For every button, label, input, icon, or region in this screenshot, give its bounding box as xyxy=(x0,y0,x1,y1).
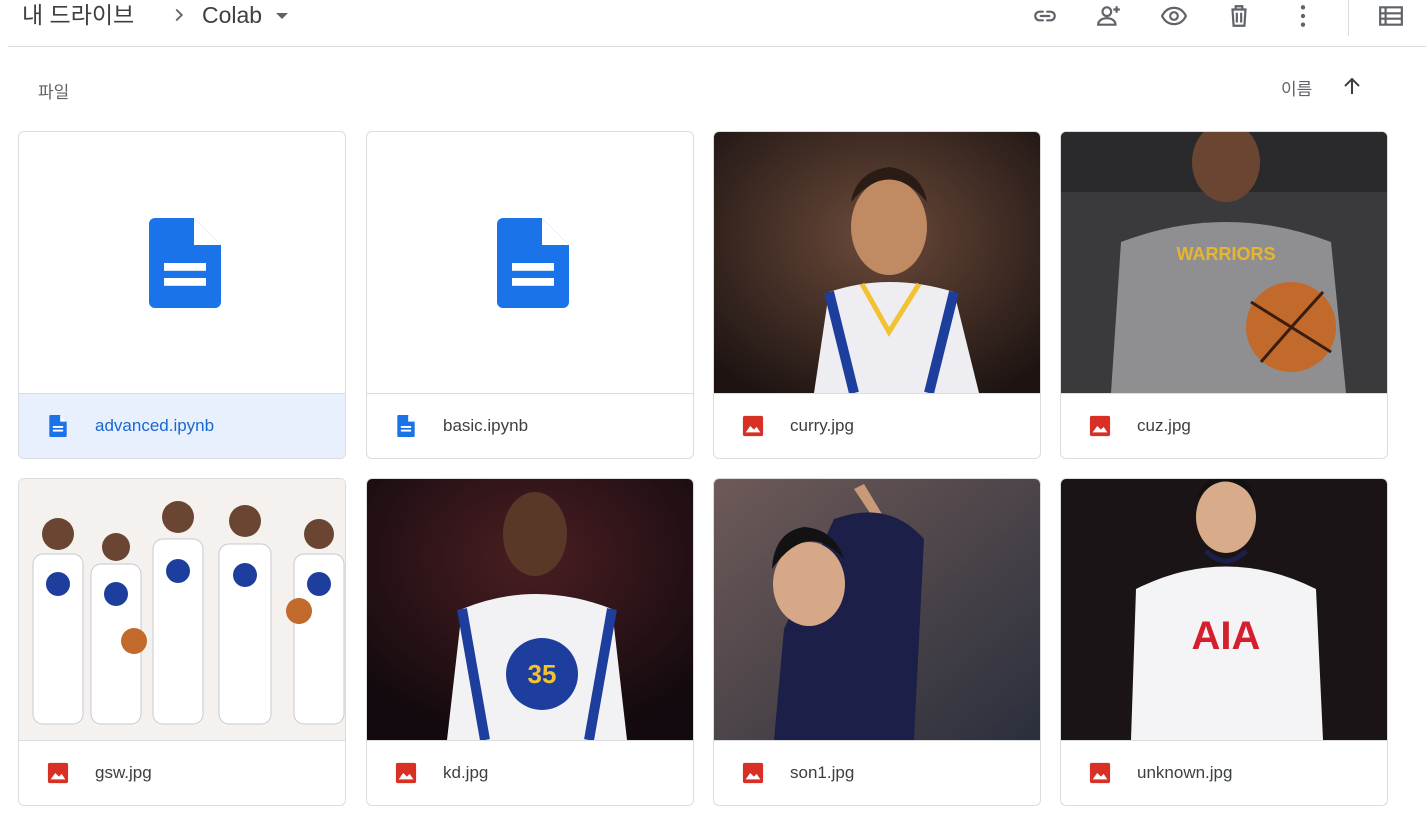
list-view-button[interactable] xyxy=(1376,2,1406,30)
trash-icon xyxy=(1231,5,1247,27)
breadcrumb-root[interactable]: 내 드라이브 xyxy=(22,0,134,30)
file-name: basic.ipynb xyxy=(443,416,529,435)
file-card-cuz[interactable]: WARRIORS cuz.jpg xyxy=(1060,131,1388,459)
more-vert-icon xyxy=(1300,5,1306,27)
breadcrumb-current-folder[interactable]: Colab xyxy=(202,0,289,30)
image-file-icon xyxy=(1089,415,1111,437)
share-button[interactable] xyxy=(1094,2,1124,30)
player-photo: AIA xyxy=(1061,479,1387,740)
file-name: cuz.jpg xyxy=(1137,416,1191,435)
delete-button[interactable] xyxy=(1224,2,1254,30)
add-person-icon xyxy=(1097,6,1120,26)
image-file-icon xyxy=(1089,762,1111,784)
top-bar: 내 드라이브 Colab xyxy=(8,0,1426,47)
get-link-button[interactable] xyxy=(1030,2,1060,30)
image-thumbnail: WARRIORS xyxy=(1061,132,1387,393)
file-thumbnail xyxy=(367,132,693,393)
file-card-gsw[interactable]: gsw.jpg xyxy=(18,478,346,806)
player-photo: 35 xyxy=(367,479,693,740)
file-card-advanced[interactable]: advanced.ipynb xyxy=(18,131,346,459)
document-icon xyxy=(497,218,569,308)
player-photo: WARRIORS xyxy=(1061,132,1387,393)
image-file-icon xyxy=(742,415,764,437)
sort-by-name-button[interactable]: 이름 xyxy=(1281,75,1312,100)
svg-text:AIA: AIA xyxy=(1192,614,1261,658)
file-card-footer: curry.jpg xyxy=(714,393,1040,459)
image-file-icon xyxy=(742,762,764,784)
file-card-footer: basic.ipynb xyxy=(367,393,693,459)
file-card-footer: son1.jpg xyxy=(714,740,1040,806)
file-card-curry[interactable]: curry.jpg xyxy=(713,131,1041,459)
file-card-footer: advanced.ipynb xyxy=(19,393,345,458)
file-name: unknown.jpg xyxy=(1137,763,1233,782)
file-card-footer: unknown.jpg xyxy=(1061,740,1387,806)
svg-text:WARRIORS: WARRIORS xyxy=(1177,244,1276,264)
document-icon xyxy=(47,415,69,437)
list-view-icon xyxy=(1379,6,1403,26)
caret-down-icon xyxy=(276,13,289,19)
file-name: son1.jpg xyxy=(790,763,855,782)
file-name: advanced.ipynb xyxy=(95,416,215,435)
more-actions-button[interactable] xyxy=(1288,2,1318,30)
file-name: gsw.jpg xyxy=(95,763,152,782)
arrow-up-icon[interactable] xyxy=(1340,74,1364,98)
chevron-right-icon xyxy=(175,8,184,22)
svg-text:35: 35 xyxy=(528,659,557,689)
link-icon xyxy=(1034,10,1056,22)
file-card-basic[interactable]: basic.ipynb xyxy=(366,131,694,459)
eye-icon xyxy=(1161,6,1187,26)
image-file-icon xyxy=(395,762,417,784)
preview-button[interactable] xyxy=(1159,2,1189,30)
player-photo xyxy=(714,479,1040,740)
file-card-unknown[interactable]: AIA unknown.jpg xyxy=(1060,478,1388,806)
file-card-son1[interactable]: son1.jpg xyxy=(713,478,1041,806)
file-name: curry.jpg xyxy=(790,416,854,435)
file-card-kd[interactable]: 35 kd.jpg xyxy=(366,478,694,806)
document-icon xyxy=(149,218,221,308)
file-card-footer: gsw.jpg xyxy=(19,740,345,806)
image-thumbnail xyxy=(714,132,1040,393)
file-card-footer: kd.jpg xyxy=(367,740,693,806)
image-file-icon xyxy=(47,762,69,784)
files-section-label: 파일 xyxy=(38,83,70,102)
file-thumbnail xyxy=(19,132,345,393)
team-photo xyxy=(19,479,345,740)
document-icon xyxy=(395,415,417,437)
image-thumbnail xyxy=(19,479,345,740)
file-card-footer: cuz.jpg xyxy=(1061,393,1387,459)
image-thumbnail: 35 xyxy=(367,479,693,740)
image-thumbnail xyxy=(714,479,1040,740)
image-thumbnail: AIA xyxy=(1061,479,1387,740)
file-name: kd.jpg xyxy=(443,763,489,782)
toolbar-divider xyxy=(1348,0,1349,36)
player-photo xyxy=(714,132,1040,393)
breadcrumb-current-label: Colab xyxy=(202,2,263,28)
